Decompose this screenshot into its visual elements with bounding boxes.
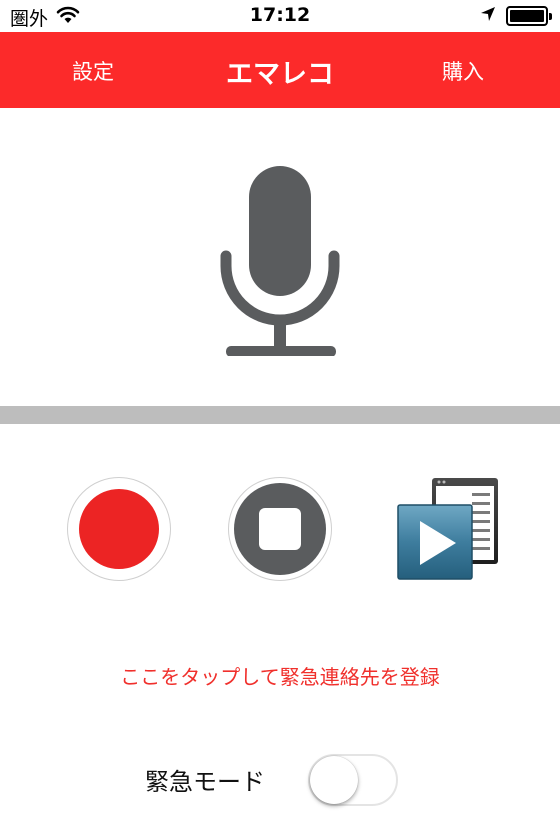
navigation-bar: 設定 エマレコ 購入: [0, 32, 560, 108]
battery-fill: [510, 10, 544, 22]
emergency-mode-toggle[interactable]: [308, 754, 398, 806]
emergency-mode-label: 緊急モード: [145, 768, 265, 796]
microphone-area: [0, 108, 560, 406]
video-playback-icon: [397, 478, 498, 580]
battery-icon: [506, 6, 552, 26]
status-right: [480, 6, 552, 26]
settings-button[interactable]: 設定: [72, 56, 114, 86]
toggle-knob: [310, 756, 358, 804]
section-divider: [0, 406, 560, 424]
stop-square: [259, 508, 301, 550]
playback-button[interactable]: [396, 477, 502, 583]
stop-button[interactable]: [228, 477, 332, 581]
location-arrow-icon: [480, 6, 496, 26]
record-button[interactable]: [67, 477, 171, 581]
status-bar: 圏外 17:12: [0, 0, 560, 32]
record-icon: [79, 489, 159, 569]
microphone-icon: [220, 166, 340, 356]
emergency-contact-link[interactable]: ここをタップして緊急連絡先を登録: [0, 661, 560, 690]
purchase-button[interactable]: 購入: [442, 56, 484, 86]
status-time: 17:12: [249, 4, 311, 26]
battery-tip: [549, 13, 552, 20]
stop-icon: [234, 483, 326, 575]
